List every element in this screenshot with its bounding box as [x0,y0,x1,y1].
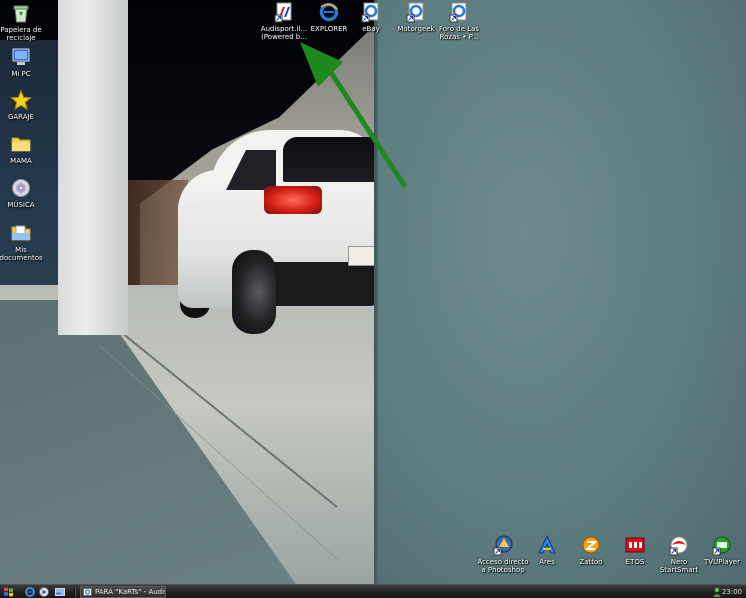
computer-icon [12,48,30,65]
etos-icon [625,537,645,553]
recycle-bin-icon [13,5,29,23]
desktop-icon-label: TVUPlayer [704,558,740,566]
desktop-icon-foro[interactable]: Foro de Las Rozas • P... [431,1,487,41]
desktop-icon-label: Papelera de reciclaje [0,26,42,42]
desktop-icon-label: Mis documentos [0,246,43,262]
quicklaunch-divider [74,587,76,597]
show-desktop-quicklaunch-icon[interactable] [54,586,66,598]
desktop-icon-my-documents[interactable]: Mis documentos [0,222,49,262]
system-tray: 23:00 [702,585,746,598]
nero-icon [669,536,688,556]
desktop-icon-garaje[interactable]: GARAJE [0,89,49,121]
ie-window-icon [83,588,92,596]
motorgeek-ie-icon [406,2,424,23]
desktop-icon-label: MAMA [10,157,32,165]
desktop-icon-label: GARAJE [7,113,35,121]
audisport-shortcut-icon [274,2,292,23]
desktop-icon-tvuplayer[interactable]: TVUPlayer [694,534,746,566]
taskbar-task-label: PARA "KaRTs" - Audis... [95,588,165,596]
green-arrow-annotation [300,42,407,188]
foro-ie-icon [449,2,467,23]
zattoo-icon [582,536,600,554]
ie-quicklaunch-icon[interactable] [24,586,36,598]
desktop-icon-recycle-bin[interactable]: Papelera de reciclaje [0,2,49,42]
folder-icon [11,137,31,152]
desktop-icon-my-computer[interactable]: Mi PC [0,46,49,78]
user-status-icon[interactable] [712,587,722,597]
desktop-wallpaper [0,0,746,584]
clock[interactable]: 23:00 [722,586,742,598]
desktop-icon-label: Foro de Las Rozas • P... [438,25,480,41]
windows-start-icon[interactable] [2,586,16,598]
documents-folder-icon [11,225,31,241]
taskbar-task-button[interactable]: PARA "KaRTs" - Audis... [80,586,166,598]
media-player-quicklaunch-icon[interactable] [38,586,50,598]
internet-explorer-icon [319,2,339,22]
photoshop-shortcut-icon [493,535,513,556]
tvuplayer-icon [712,536,731,556]
desktop-icon-mama[interactable]: MAMA [0,133,49,165]
taskbar: PARA "KaRTs" - Audis... 23:00 [0,584,746,598]
star-icon [10,89,32,110]
ares-icon [538,534,556,554]
desktop-icon-musica[interactable]: MÚSICA [0,177,49,209]
ebay-ie-icon [361,2,379,23]
cd-icon [12,179,30,197]
desktop-icon-label: MÚSICA [7,201,35,209]
desktop-icon-label: Mi PC [11,70,31,78]
